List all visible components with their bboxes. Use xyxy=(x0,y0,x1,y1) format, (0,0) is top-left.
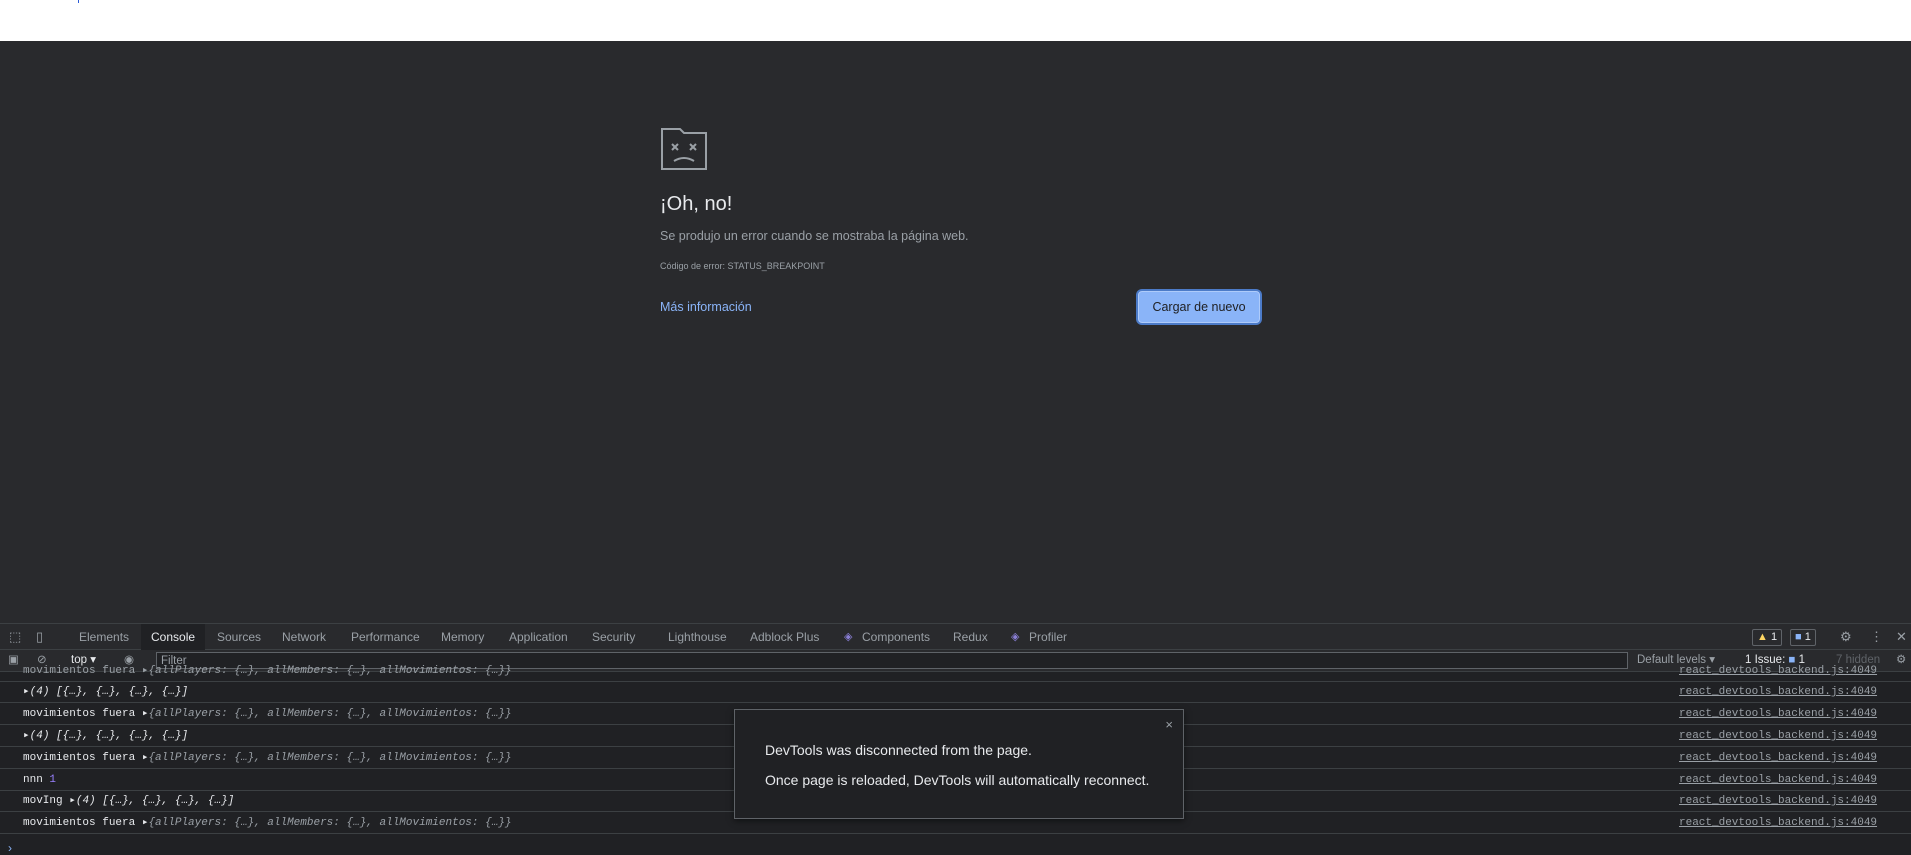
reload-button[interactable]: Cargar de nuevo xyxy=(1138,291,1260,323)
error-actions: Más información Cargar de nuevo xyxy=(660,291,1260,327)
row-value[interactable]: (4) [{…}, {…}, {…}, {…}] xyxy=(30,686,188,698)
tab-application[interactable]: Application xyxy=(499,624,578,650)
messages-count: 1 xyxy=(1804,631,1811,643)
console-message: movIng ▸(4) [{…}, {…}, {…}, {…}] xyxy=(23,795,235,807)
close-devtools-icon[interactable]: ✕ xyxy=(1896,624,1907,650)
dialog-message: DevTools was disconnected from the page. xyxy=(765,742,1032,758)
error-description: Se produjo un error cuando se mostraba l… xyxy=(660,229,969,243)
close-icon[interactable]: × xyxy=(1165,717,1173,732)
console-row: ▸(4) [{…}, {…}, {…}, {…}] react_devtools… xyxy=(0,682,1911,703)
row-value[interactable]: {allPlayers: {…}, allMembers: {…}, allMo… xyxy=(148,817,511,829)
error-code: Código de error: STATUS_BREAKPOINT xyxy=(660,261,825,271)
error-page: ¡Oh, no! Se produjo un error cuando se m… xyxy=(0,41,1911,623)
console-message: ▸(4) [{…}, {…}, {…}, {…}] xyxy=(23,686,189,698)
devtools-tabbar: ⬚ ▯ Elements Console Sources Network Per… xyxy=(0,623,1911,650)
error-title: ¡Oh, no! xyxy=(660,193,733,215)
tab-sources[interactable]: Sources xyxy=(207,624,271,650)
more-info-link[interactable]: Más información xyxy=(660,300,752,314)
tab-adblock-plus[interactable]: Adblock Plus xyxy=(740,624,829,650)
console-prompt-icon[interactable]: › xyxy=(8,841,12,855)
source-link[interactable]: react_devtools_backend.js:4049 xyxy=(1679,704,1877,724)
message-icon: ■ xyxy=(1795,631,1802,643)
tab-elements[interactable]: Elements xyxy=(69,624,139,650)
row-value: 1 xyxy=(49,774,57,786)
dialog-submessage: Once page is reloaded, DevTools will aut… xyxy=(765,772,1150,788)
console-message: nnn 1 xyxy=(23,770,56,790)
text-caret xyxy=(78,0,79,3)
source-link[interactable]: react_devtools_backend.js:4049 xyxy=(1679,770,1877,790)
row-value[interactable]: {allPlayers: {…}, allMembers: {…}, allMo… xyxy=(148,752,511,764)
source-link[interactable]: react_devtools_backend.js:4049 xyxy=(1679,791,1877,811)
tab-redux[interactable]: Redux xyxy=(943,624,998,650)
tab-components[interactable]: Components xyxy=(852,624,940,650)
more-options-icon[interactable]: ⋮ xyxy=(1870,624,1883,650)
row-value[interactable]: {allPlayers: {…}, allMembers: {…}, allMo… xyxy=(148,708,511,720)
row-value[interactable]: (4) [{…}, {…}, {…}, {…}] xyxy=(30,730,188,742)
sad-folder-icon xyxy=(661,128,707,170)
warnings-badge[interactable]: ▲ 1 xyxy=(1752,629,1783,646)
settings-gear-icon[interactable]: ⚙ xyxy=(1840,624,1852,650)
tab-lighthouse[interactable]: Lighthouse xyxy=(658,624,737,650)
console-message: ▸(4) [{…}, {…}, {…}, {…}] xyxy=(23,730,189,742)
source-link[interactable]: react_devtools_backend.js:4049 xyxy=(1679,726,1877,746)
console-message: movimientos fuera ▸{allPlayers: {…}, all… xyxy=(23,817,512,829)
row-value[interactable]: (4) [{…}, {…}, {…}, {…}] xyxy=(76,795,234,807)
source-link[interactable]: react_devtools_backend.js:4049 xyxy=(1679,661,1877,681)
tab-network[interactable]: Network xyxy=(272,624,336,650)
source-link[interactable]: react_devtools_backend.js:4049 xyxy=(1679,748,1877,768)
address-area xyxy=(0,0,1911,41)
error-container: ¡Oh, no! Se produjo un error cuando se m… xyxy=(660,127,1260,327)
tab-console[interactable]: Console xyxy=(141,624,206,650)
warning-icon: ▲ xyxy=(1757,631,1768,643)
row-label: nnn xyxy=(23,774,43,786)
tab-security[interactable]: Security xyxy=(582,624,645,650)
console-message: movimientos fuera ▸{allPlayers: {…}, all… xyxy=(23,752,512,764)
disconnected-dialog: × DevTools was disconnected from the pag… xyxy=(734,709,1184,819)
device-toolbar-icon[interactable]: ▯ xyxy=(36,624,43,650)
warnings-count: 1 xyxy=(1770,631,1778,643)
row-label: movimientos fuera xyxy=(23,817,136,829)
inspect-element-icon[interactable]: ⬚ xyxy=(9,624,21,650)
tab-memory[interactable]: Memory xyxy=(431,624,494,650)
console-row: movimientos fuera ▸{allPlayers: {…}, all… xyxy=(0,661,1911,682)
row-label: movimientos fuera xyxy=(23,665,136,677)
row-label: movIng xyxy=(23,795,63,807)
row-label: movimientos fuera xyxy=(23,708,136,720)
tab-profiler[interactable]: Profiler xyxy=(1019,624,1077,650)
row-value[interactable]: {allPlayers: {…}, allMembers: {…}, allMo… xyxy=(148,665,511,677)
tab-performance[interactable]: Performance xyxy=(341,624,430,650)
row-label: movimientos fuera xyxy=(23,752,136,764)
messages-badge[interactable]: ■ 1 xyxy=(1790,629,1816,646)
console-message: movimientos fuera ▸{allPlayers: {…}, all… xyxy=(23,665,512,677)
source-link[interactable]: react_devtools_backend.js:4049 xyxy=(1679,682,1877,702)
console-message: movimientos fuera ▸{allPlayers: {…}, all… xyxy=(23,708,512,720)
source-link[interactable]: react_devtools_backend.js:4049 xyxy=(1679,813,1877,833)
